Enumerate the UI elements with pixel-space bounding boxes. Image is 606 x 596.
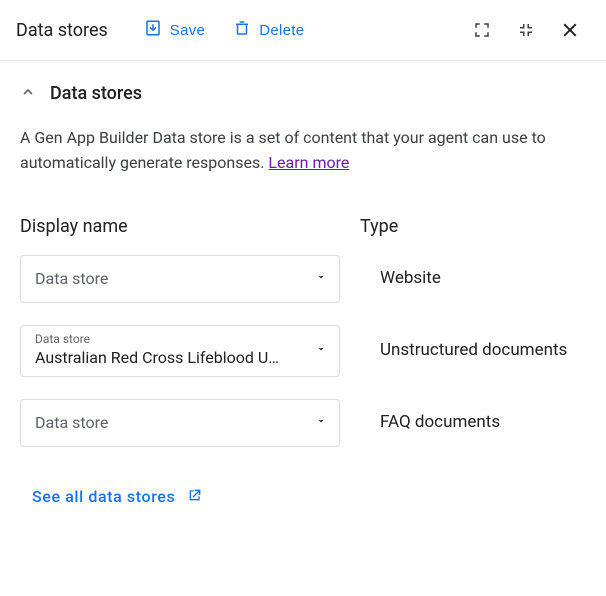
section-description: A Gen App Builder Data store is a set of… xyxy=(0,110,606,188)
select-placeholder: Data store xyxy=(35,413,108,432)
chevron-up-icon xyxy=(20,84,36,104)
trash-icon xyxy=(233,19,251,41)
save-icon xyxy=(144,19,162,41)
save-button[interactable]: Save xyxy=(134,13,215,47)
caret-down-icon xyxy=(315,271,327,287)
caret-down-icon xyxy=(315,415,327,431)
see-all-label: See all data stores xyxy=(32,487,175,506)
panel-header: Data stores Save Delete xyxy=(0,0,606,61)
footer: See all data stores xyxy=(0,469,606,525)
section-header[interactable]: Data stores xyxy=(0,61,606,110)
type-heading: Type xyxy=(360,216,398,237)
column-headers: Display name Type xyxy=(0,188,606,255)
type-label: Website xyxy=(360,267,586,290)
external-link-icon xyxy=(187,487,203,507)
display-name-heading: Display name xyxy=(20,216,128,237)
learn-more-link[interactable]: Learn more xyxy=(268,153,349,172)
select-placeholder: Data store xyxy=(35,269,108,288)
type-label: FAQ documents xyxy=(360,411,586,434)
panel-title: Data stores xyxy=(16,20,108,41)
data-store-row: Data store FAQ documents xyxy=(20,399,586,447)
delete-button[interactable]: Delete xyxy=(223,13,314,47)
fullscreen-icon[interactable] xyxy=(464,12,500,48)
see-all-link[interactable]: See all data stores xyxy=(32,487,203,507)
delete-button-label: Delete xyxy=(259,22,304,39)
save-button-label: Save xyxy=(170,22,205,39)
select-value: Australian Red Cross Lifeblood U… xyxy=(35,348,299,367)
data-store-select[interactable]: Data store Australian Red Cross Lifebloo… xyxy=(20,325,340,377)
caret-down-icon xyxy=(315,343,327,359)
exit-fullscreen-icon[interactable] xyxy=(508,12,544,48)
close-icon[interactable] xyxy=(552,12,588,48)
data-store-rows: Data store Website Data store Australian… xyxy=(0,255,606,447)
select-floating-label: Data store xyxy=(35,332,90,346)
data-store-row: Data store Australian Red Cross Lifebloo… xyxy=(20,325,586,377)
type-label: Unstructured documents xyxy=(360,339,586,362)
data-store-select[interactable]: Data store xyxy=(20,255,340,303)
data-store-row: Data store Website xyxy=(20,255,586,303)
data-store-select[interactable]: Data store xyxy=(20,399,340,447)
section-title: Data stores xyxy=(50,83,142,104)
